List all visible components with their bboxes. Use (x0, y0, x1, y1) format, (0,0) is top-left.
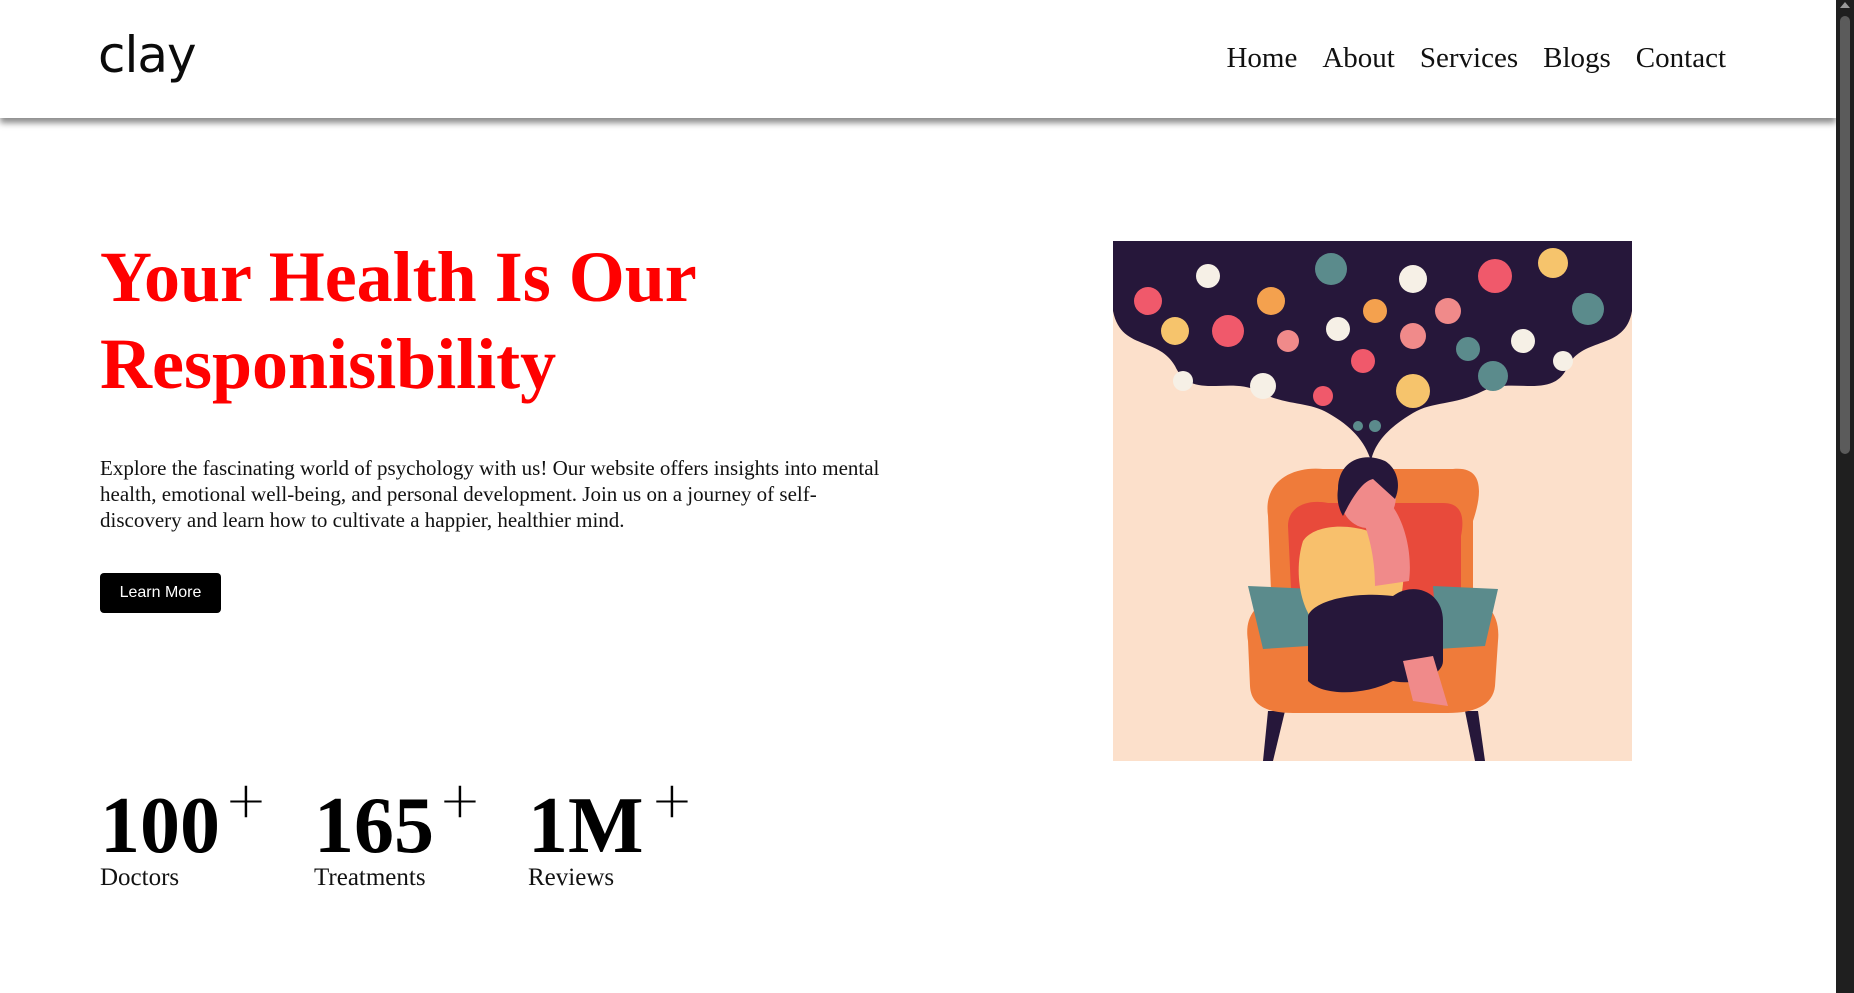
hero-description: Explore the fascinating world of psychol… (100, 456, 880, 532)
hero-title: Your Health Is Our Responisibility (100, 234, 1000, 408)
stat-reviews: 1M + Reviews (528, 771, 742, 892)
main-nav: Home About Services Blogs Contact (1226, 36, 1726, 80)
nav-contact[interactable]: Contact (1636, 36, 1726, 80)
learn-more-button[interactable]: Learn More (100, 573, 221, 613)
nav-about[interactable]: About (1322, 36, 1395, 80)
plus-icon: + (439, 771, 481, 829)
plus-icon: + (225, 771, 267, 829)
vertical-scrollbar[interactable] (1836, 0, 1854, 993)
scroll-up-arrow-icon[interactable] (1840, 2, 1850, 8)
plus-icon: + (651, 771, 693, 829)
hero-title-line-1: Your Health Is Our (100, 237, 697, 317)
stat-label: Treatments (314, 864, 426, 891)
hero-title-line-2: Responisibility (100, 324, 557, 404)
nav-home[interactable]: Home (1226, 36, 1297, 80)
stats-row: 100 + Doctors 165 + Treatments 1M + Revi… (100, 771, 742, 892)
anxious-woman-in-armchair-illustration (1113, 241, 1632, 761)
site-header: clay Home About Services Blogs Contact (0, 0, 1836, 118)
scroll-thumb[interactable] (1840, 16, 1850, 454)
stat-value: 1M (528, 782, 644, 870)
nav-blogs[interactable]: Blogs (1543, 36, 1611, 80)
stat-doctors: 100 + Doctors (100, 771, 314, 892)
page: clay Home About Services Blogs Contact Y… (0, 0, 1836, 993)
stat-treatments: 165 + Treatments (314, 771, 528, 892)
logo[interactable]: clay (98, 24, 197, 86)
stat-value: 100 (100, 782, 220, 870)
nav-services[interactable]: Services (1420, 36, 1518, 80)
stat-value: 165 (314, 782, 434, 870)
